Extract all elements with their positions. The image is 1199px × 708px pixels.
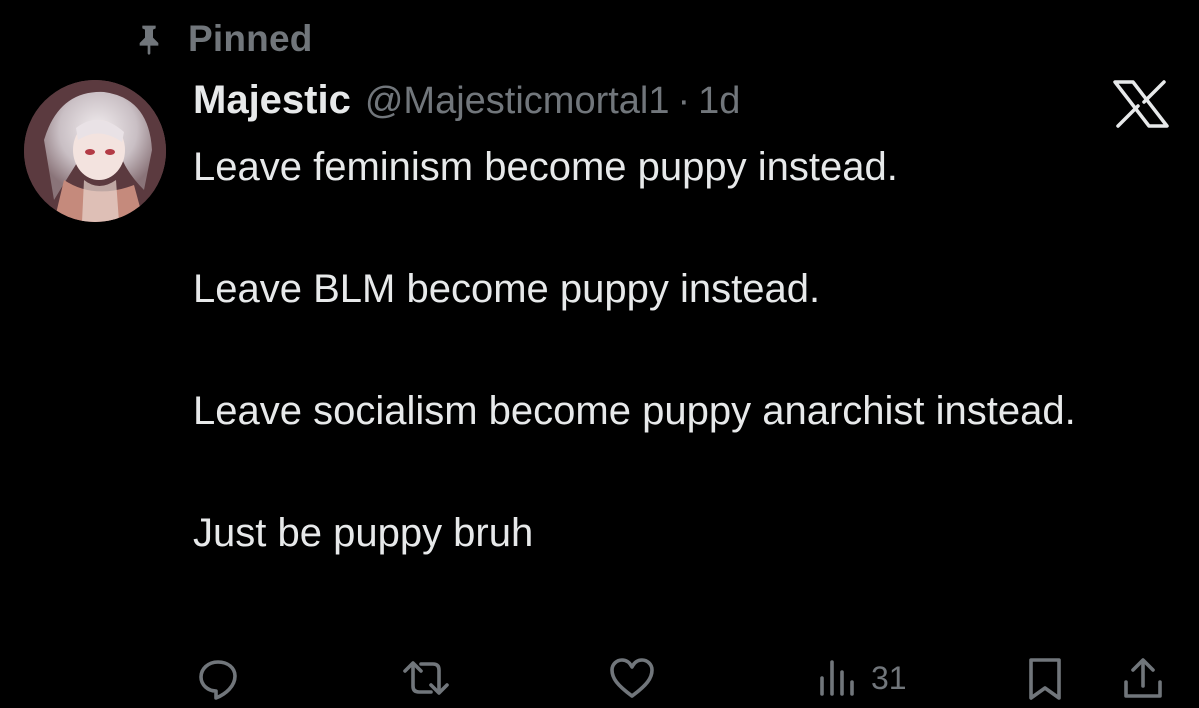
- separator-dot: ·: [677, 80, 691, 122]
- share-button[interactable]: [1119, 650, 1167, 706]
- tweet-text: Leave feminism become puppy instead. Lea…: [193, 137, 1153, 564]
- tweet-paragraph: Leave feminism become puppy instead.: [193, 145, 898, 189]
- author-handle[interactable]: @Majesticmortal1: [365, 80, 670, 123]
- heart-icon: [607, 654, 657, 702]
- like-button[interactable]: [607, 650, 657, 706]
- reply-button[interactable]: [194, 650, 242, 706]
- views-count: 31: [871, 659, 907, 696]
- tweet-header: Majestic @Majesticmortal1 · 1d: [193, 78, 740, 132]
- views-icon: [817, 654, 861, 702]
- bookmark-icon: [1023, 654, 1067, 702]
- retweet-icon: [399, 654, 453, 702]
- share-icon: [1119, 654, 1167, 702]
- reply-icon: [194, 654, 242, 702]
- views-button[interactable]: 31: [817, 650, 907, 706]
- tweet-paragraph: Just be puppy bruh: [193, 511, 534, 555]
- avatar[interactable]: [24, 80, 166, 222]
- tweet-actions-bar: 31: [0, 650, 1199, 706]
- tweet-paragraph: Leave BLM become puppy instead.: [193, 267, 821, 311]
- bookmark-button[interactable]: [1023, 650, 1067, 706]
- pin-icon: [132, 22, 166, 56]
- tweet-paragraph: Leave socialism become puppy anarchist i…: [193, 389, 1076, 433]
- retweet-button[interactable]: [399, 650, 453, 706]
- x-logo-icon: [1113, 80, 1169, 128]
- pinned-indicator: Pinned: [132, 14, 313, 64]
- author-display-name[interactable]: Majestic: [193, 78, 351, 123]
- tweet-timestamp[interactable]: 1d: [698, 80, 740, 123]
- pinned-label: Pinned: [188, 18, 313, 59]
